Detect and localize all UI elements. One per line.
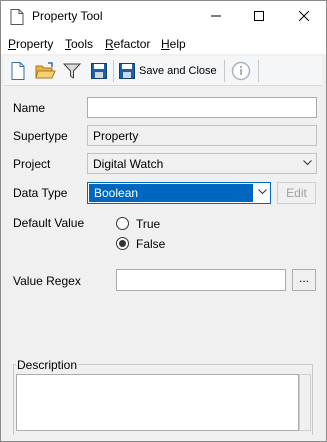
- toolbar-separator: [224, 60, 225, 82]
- info-icon: [231, 61, 251, 81]
- menu-refactor-label: efactor: [113, 37, 151, 51]
- document-icon: [10, 9, 24, 25]
- datatype-select[interactable]: Boolean: [87, 182, 271, 204]
- value-regex-label: Value Regex: [13, 274, 81, 288]
- toolbar: Save and Close: [4, 56, 322, 86]
- supertype-field: Property: [87, 125, 317, 146]
- toolbar-separator: [113, 60, 114, 82]
- filter-button[interactable]: [61, 60, 83, 82]
- maximize-button[interactable]: [239, 1, 279, 32]
- new-file-icon: [11, 62, 25, 80]
- property-tool-window: Property Tool Property Tools Refactor He…: [0, 0, 327, 442]
- radio-true-label[interactable]: True: [136, 217, 160, 231]
- menu-help-accel: H: [161, 37, 170, 51]
- menu-property-label: roperty: [16, 37, 54, 51]
- menu-bar: Property Tools Refactor Help: [1, 32, 326, 54]
- close-icon: [298, 10, 310, 22]
- name-label: Name: [13, 101, 46, 115]
- radio-true[interactable]: [116, 217, 129, 230]
- menu-refactor-accel: R: [105, 37, 114, 51]
- minimize-button[interactable]: [196, 1, 236, 32]
- save-and-close-button[interactable]: [116, 60, 138, 82]
- save-and-close-label[interactable]: Save and Close: [139, 65, 217, 77]
- chevron-down-icon: [303, 160, 312, 166]
- project-value: Digital Watch: [93, 157, 164, 171]
- save-icon: [91, 63, 107, 79]
- description-textarea[interactable]: [16, 374, 299, 431]
- title-bar: Property Tool: [1, 1, 326, 32]
- info-button[interactable]: [230, 60, 252, 82]
- chevron-down-icon: [258, 189, 267, 195]
- radio-false-label[interactable]: False: [136, 237, 165, 251]
- toolbar-separator: [258, 60, 259, 82]
- window-title: Property Tool: [32, 9, 103, 23]
- supertype-label: Supertype: [13, 129, 68, 143]
- save-button[interactable]: [88, 60, 110, 82]
- menu-tools-label: ools: [71, 37, 94, 51]
- datatype-value: Boolean: [89, 184, 253, 202]
- new-button[interactable]: [7, 60, 29, 82]
- save-icon: [119, 63, 135, 79]
- filter-icon: [62, 63, 82, 79]
- menu-refactor[interactable]: Refactor: [105, 37, 150, 51]
- menu-help-label: elp: [169, 37, 186, 51]
- value-regex-input[interactable]: [116, 269, 286, 291]
- minimize-icon: [211, 15, 221, 17]
- menu-help[interactable]: Help: [161, 37, 186, 51]
- description-label: Description: [16, 358, 79, 372]
- edit-button[interactable]: Edit: [277, 182, 316, 204]
- project-label: Project: [13, 157, 51, 171]
- name-input[interactable]: [87, 97, 317, 118]
- datatype-label: Data Type: [13, 186, 68, 200]
- open-button[interactable]: [34, 60, 56, 82]
- maximize-icon: [254, 11, 264, 21]
- radio-false[interactable]: [116, 237, 129, 250]
- menu-property[interactable]: Property: [8, 37, 53, 51]
- regex-browse-button[interactable]: ...: [292, 269, 316, 291]
- close-button[interactable]: [284, 1, 324, 32]
- menu-tools[interactable]: Tools: [65, 37, 93, 51]
- project-select[interactable]: Digital Watch: [87, 153, 317, 174]
- open-folder-icon: [35, 62, 56, 79]
- default-value-label: Default Value: [13, 216, 85, 230]
- menu-property-accel: P: [8, 37, 17, 51]
- description-scrollbar[interactable]: [299, 374, 311, 431]
